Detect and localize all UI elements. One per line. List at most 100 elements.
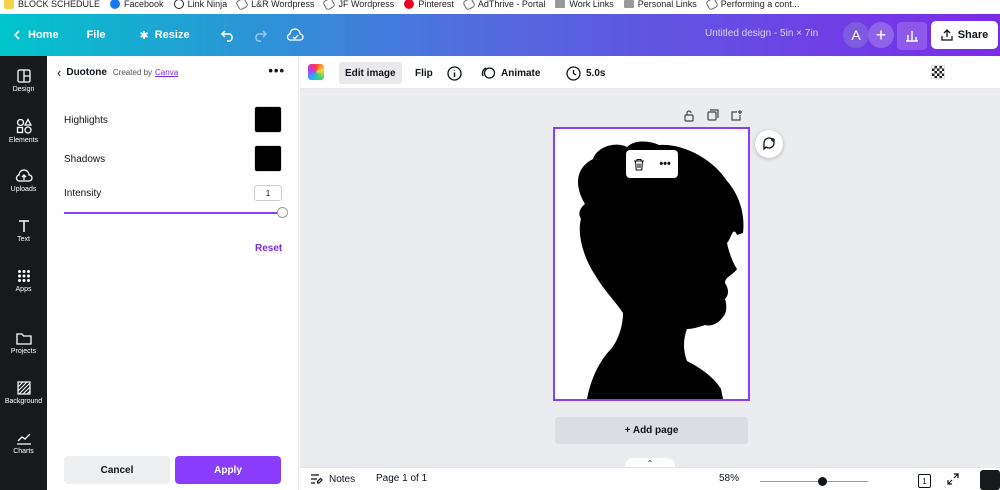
highlights-color-swatch[interactable]: [254, 106, 282, 133]
bookmark-personal-links[interactable]: Personal Links: [623, 0, 697, 9]
bookmark-link-ninja[interactable]: Link Ninja: [173, 0, 227, 9]
flip-button[interactable]: Flip: [409, 62, 439, 84]
chevron-left-icon: [13, 30, 20, 40]
panel-header: ‹ Duotone Created by Canva •••: [47, 56, 299, 88]
intensity-input[interactable]: 1: [254, 185, 282, 201]
trash-icon[interactable]: [633, 158, 645, 171]
design-icon: [16, 69, 31, 83]
add-page-icon[interactable]: [731, 109, 743, 122]
rail-item-design[interactable]: Design: [0, 56, 47, 106]
bookmarks-bar: BLOCK SCHEDULE Facebook Link Ninja L&R W…: [0, 0, 1000, 14]
upload-arrow-icon: [941, 29, 953, 41]
file-menu-button[interactable]: File: [71, 14, 118, 56]
transparency-icon[interactable]: [931, 65, 945, 79]
folder-icon: [623, 0, 634, 8]
rail-item-background[interactable]: Background: [0, 368, 47, 418]
apply-button[interactable]: Apply: [175, 456, 281, 484]
redo-icon: [254, 30, 267, 42]
rail-item-text[interactable]: Text: [0, 206, 47, 256]
background-hatch-icon: [16, 381, 31, 395]
link-icon: [235, 0, 249, 11]
zoom-slider-track[interactable]: [760, 481, 868, 482]
more-options-icon[interactable]: •••: [659, 158, 671, 170]
intensity-slider-thumb[interactable]: [277, 207, 288, 218]
resize-button[interactable]: ✱ Resize: [118, 14, 202, 56]
intensity-slider-track[interactable]: [64, 212, 282, 214]
link-icon: [704, 0, 719, 11]
intensity-slider-fill: [64, 212, 282, 214]
upload-cloud-icon: [15, 169, 33, 182]
undo-icon: [220, 30, 233, 42]
bookmark-lr-wordpress[interactable]: L&R Wordpress: [235, 0, 314, 11]
info-button[interactable]: [441, 62, 468, 84]
home-button[interactable]: Home: [0, 14, 71, 56]
add-comment-button[interactable]: [755, 130, 783, 158]
panel-title: Duotone: [66, 66, 107, 78]
zoom-slider-thumb[interactable]: [818, 477, 827, 486]
facebook-icon: [110, 0, 121, 9]
left-rail: Design Elements Uploads Text Apps Projec…: [0, 56, 47, 490]
bookmark-jf-wordpress[interactable]: JF Wordpress: [322, 0, 394, 11]
apps-grid-icon: [17, 270, 30, 282]
rail-item-apps[interactable]: Apps: [0, 256, 47, 306]
link-icon: [322, 0, 337, 11]
element-floating-menu: •••: [626, 150, 678, 178]
cancel-button[interactable]: Cancel: [64, 456, 170, 484]
bookmark-pinterest[interactable]: Pinterest: [404, 0, 454, 9]
intensity-label: Intensity: [64, 188, 102, 199]
help-button[interactable]: [980, 470, 1000, 490]
animate-button[interactable]: Animate: [475, 62, 546, 84]
undo-button[interactable]: [202, 14, 248, 56]
bookmark-block-schedule[interactable]: BLOCK SCHEDULE: [4, 0, 100, 9]
bookmark-facebook[interactable]: Facebook: [110, 0, 164, 9]
globe-icon: [173, 0, 184, 9]
color-picker-swatch[interactable]: [308, 64, 324, 80]
more-options-icon[interactable]: •••: [268, 63, 285, 78]
rail-item-uploads[interactable]: Uploads: [0, 156, 47, 206]
edit-image-button[interactable]: Edit image: [339, 62, 402, 84]
insights-button[interactable]: [897, 22, 927, 50]
pinterest-icon: [404, 0, 415, 9]
created-by-text: Created by Canva: [112, 67, 179, 77]
bar-chart-icon: [906, 31, 918, 42]
cloud-save-status[interactable]: [280, 14, 316, 56]
rail-item-projects[interactable]: Projects: [0, 318, 47, 368]
duration-button[interactable]: 5.0s: [560, 62, 611, 84]
invite-plus-button[interactable]: +: [868, 22, 894, 48]
rail-item-elements[interactable]: Elements: [0, 106, 47, 156]
notes-button[interactable]: Notes: [310, 473, 355, 485]
comment-plus-icon: [763, 137, 775, 151]
user-avatar[interactable]: A: [843, 22, 869, 48]
share-button[interactable]: Share: [931, 21, 998, 49]
bookmark-performing[interactable]: Performing a cont...: [704, 0, 799, 11]
cloud-check-icon: [286, 28, 304, 41]
duotone-panel: ‹ Duotone Created by Canva ••• Highlights…: [47, 56, 299, 490]
rail-item-charts[interactable]: Charts: [0, 418, 47, 468]
reset-button[interactable]: Reset: [255, 243, 282, 254]
add-page-button[interactable]: + Add page: [555, 417, 748, 444]
shadows-color-swatch[interactable]: [254, 145, 282, 172]
duplicate-page-icon[interactable]: [707, 109, 719, 122]
notes-icon: [311, 474, 323, 484]
document-title[interactable]: Untitled design - 5in × 7in: [705, 28, 818, 39]
sparkle-icon: ✱: [139, 29, 149, 42]
lock-icon[interactable]: [683, 109, 695, 122]
bookmark-work-links[interactable]: Work Links: [555, 0, 614, 9]
link-icon: [462, 0, 476, 11]
context-toolbar: Edit image Flip Animate 5.0s: [300, 56, 1000, 89]
canvas-area: ••• + Add page ⌃: [300, 89, 1000, 468]
info-icon: [447, 65, 462, 81]
editor-header: Home File ✱ Resize Untitled design - 5in…: [0, 14, 1000, 56]
text-icon: [18, 220, 29, 232]
expand-icon: [947, 473, 959, 485]
creator-link[interactable]: Canva: [155, 68, 178, 77]
fullscreen-button[interactable]: [947, 473, 959, 485]
back-chevron-icon[interactable]: ‹: [57, 65, 61, 80]
redo-button[interactable]: [248, 14, 280, 56]
chart-line-icon: [16, 433, 31, 445]
bookmark-adthrive[interactable]: AdThrive - Portal: [462, 0, 545, 11]
bottom-bar: Notes Page 1 of 1 58% 1: [300, 467, 1000, 490]
zoom-percentage[interactable]: 58%: [719, 473, 739, 484]
page-indicator[interactable]: Page 1 of 1: [376, 473, 427, 484]
pages-grid-button[interactable]: 1: [918, 474, 931, 488]
